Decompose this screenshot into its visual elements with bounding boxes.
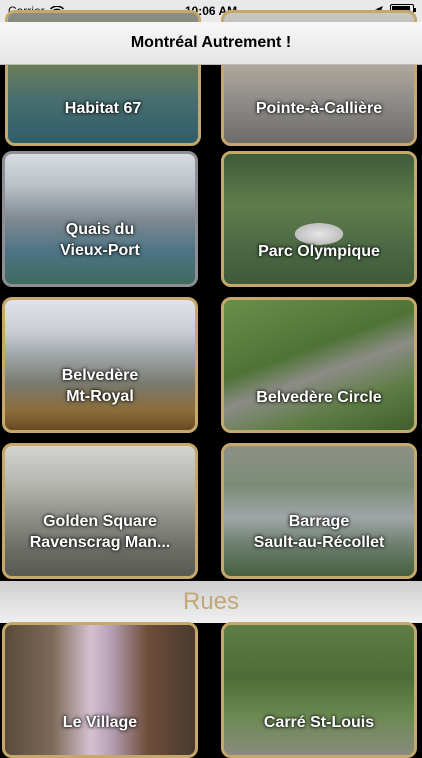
- navigation-bar: Montréal Autrement !: [0, 22, 422, 65]
- tile-barrage-sault-au-recollet[interactable]: Barrage Sault-au-Récollet: [221, 443, 417, 579]
- quais-vieux-port-photo: [5, 154, 195, 284]
- tile-label: Parc Olympique: [258, 243, 380, 260]
- carre-st-louis-photo: [224, 625, 414, 755]
- le-village-photo: [5, 625, 195, 755]
- tile-label: Quais du Vieux-Port: [60, 221, 140, 259]
- belvedere-mt-royal-photo: [5, 300, 195, 430]
- page-title: Montréal Autrement !: [130, 34, 292, 51]
- golden-square-photo: [5, 446, 195, 576]
- parc-olympique-photo: [224, 154, 414, 284]
- barrage-photo: [224, 446, 414, 576]
- belvedere-circle-photo: [224, 300, 414, 430]
- section-header-rues: Rues: [0, 581, 422, 623]
- tile-label: Carré St-Louis: [263, 714, 375, 731]
- section-title: Rues: [182, 588, 240, 615]
- tile-label: Golden Square Ravenscrag Man...: [29, 513, 171, 551]
- tile-label: Barrage Sault-au-Récollet: [253, 513, 385, 551]
- tile-label: Habitat 67: [64, 100, 142, 117]
- tile-label: Belvedère Circle: [256, 389, 382, 406]
- tile-parc-olympique[interactable]: Parc Olympique: [221, 151, 417, 287]
- tile-golden-square[interactable]: Golden Square Ravenscrag Man...: [2, 443, 198, 579]
- tile-belvedere-circle[interactable]: Belvedère Circle: [221, 297, 417, 433]
- tile-label: Pointe-à-Callière: [255, 100, 383, 117]
- tile-label: Le Village: [62, 714, 138, 731]
- tile-belvedere-mt-royal[interactable]: Belvedère Mt-Royal: [2, 297, 198, 433]
- tile-carre-st-louis[interactable]: Carré St-Louis: [221, 622, 417, 758]
- tile-le-village[interactable]: Le Village: [2, 622, 198, 758]
- tile-label: Belvedère Mt-Royal: [61, 367, 139, 405]
- tile-quais-vieux-port[interactable]: Quais du Vieux-Port: [2, 151, 198, 287]
